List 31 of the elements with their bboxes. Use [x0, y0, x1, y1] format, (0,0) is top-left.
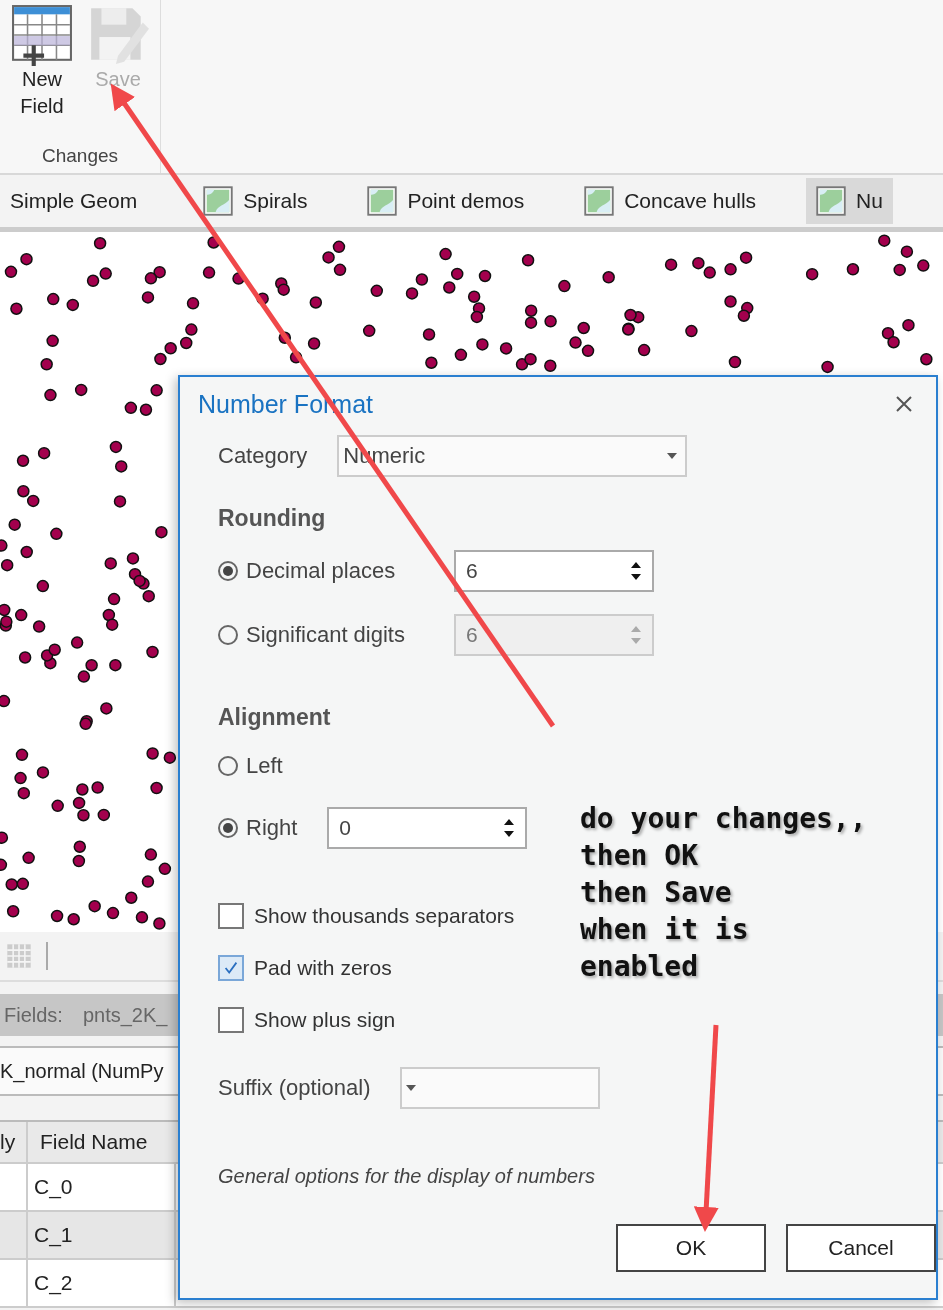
layer-name: pnts_2K_: [82, 1003, 168, 1027]
ok-button[interactable]: OK: [616, 1224, 766, 1272]
map-tab[interactable]: Spirals: [193, 178, 318, 224]
group-label: Changes: [41, 145, 119, 167]
radio-button[interactable]: Significant digits: [218, 622, 405, 648]
map-tab[interactable]: Concave hulls: [574, 178, 767, 224]
checkbox[interactable]: Show thousands separators: [218, 903, 515, 929]
checkbox[interactable]: Pad with zeros: [218, 955, 392, 981]
suffix-label: Suffix (optional): [218, 1075, 371, 1101]
checkbox[interactable]: Show plus sign: [218, 1007, 396, 1033]
map-tab[interactable]: Nu: [806, 178, 893, 224]
section-heading: Alignment: [218, 704, 332, 731]
number-spinner[interactable]: 0: [327, 807, 528, 849]
number-spinner[interactable]: 6: [454, 550, 654, 592]
fields-title: Fields:: [4, 1003, 63, 1027]
radio-button[interactable]: Right: [218, 815, 298, 841]
new-field-button[interactable]: New Field: [7, 4, 77, 120]
number-spinner[interactable]: 6: [454, 614, 654, 656]
table-cell: C_1: [28, 1212, 176, 1258]
cancel-button[interactable]: Cancel: [786, 1224, 936, 1272]
radio-button[interactable]: Left: [218, 753, 283, 779]
section-heading: Rounding: [218, 505, 327, 532]
map-tab[interactable]: Point demos: [357, 178, 535, 224]
radio-button[interactable]: Decimal places: [218, 558, 396, 584]
dialog-description: General options for the display of numbers: [218, 1165, 596, 1188]
map-tab[interactable]: Simple Geom: [0, 178, 148, 224]
column-header[interactable]: ly: [0, 1122, 28, 1162]
annotation-text: do your changes,, then OK then Save when it is enabled: [580, 801, 867, 985]
category-label: Category: [218, 443, 308, 469]
table-cell: C_2: [28, 1260, 176, 1306]
table-cell: C_0: [28, 1164, 176, 1210]
